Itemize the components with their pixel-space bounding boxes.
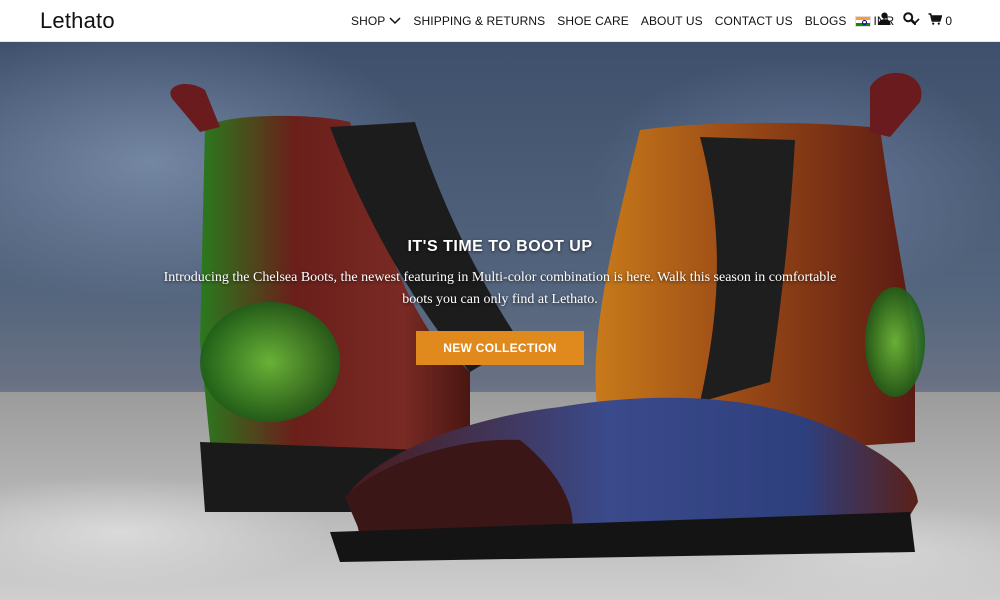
- nav-item-label: BLOGS: [804, 14, 847, 28]
- nav-item-label: ABOUT US: [640, 14, 703, 28]
- hero-title: IT'S TIME TO BOOT UP: [407, 238, 593, 255]
- nav-item-label: SHOE CARE: [557, 14, 629, 28]
- user-icon: [878, 12, 891, 30]
- nav-item-label: CONTACT US: [714, 14, 793, 28]
- account-button[interactable]: [878, 12, 891, 30]
- hero-description: Introducing the Chelsea Boots, the newes…: [163, 270, 837, 307]
- nav-item-label: SHOP: [351, 14, 386, 28]
- nav-item-shipping-returns[interactable]: SHIPPING & RETURNS: [413, 14, 545, 28]
- nav-item-shop[interactable]: SHOP: [351, 14, 401, 28]
- hero-content: IT'S TIME TO BOOT UP Introducing the Che…: [0, 238, 1000, 365]
- cart-button[interactable]: 0: [928, 12, 952, 30]
- cart-icon: [928, 12, 943, 30]
- india-flag-icon: [854, 15, 871, 27]
- site-header: Lethato SHOP SHIPPING & RETURNS SHOE CAR…: [0, 0, 1000, 42]
- search-button[interactable]: [903, 12, 917, 30]
- header-actions: 0: [878, 0, 952, 42]
- nav-item-shoe-care[interactable]: SHOE CARE: [557, 14, 629, 28]
- nav-item-blogs[interactable]: BLOGS: [805, 14, 847, 28]
- hero-banner: IT'S TIME TO BOOT UP Introducing the Che…: [0, 42, 1000, 600]
- cart-count: 0: [945, 14, 952, 28]
- nav-item-contact-us[interactable]: CONTACT US: [715, 14, 793, 28]
- search-icon: [903, 12, 917, 30]
- brand-logo[interactable]: Lethato: [40, 8, 115, 34]
- nav-item-about-us[interactable]: ABOUT US: [641, 14, 703, 28]
- main-nav: SHOP SHIPPING & RETURNS SHOE CARE ABOUT …: [351, 0, 936, 42]
- new-collection-button[interactable]: NEW COLLECTION: [416, 331, 584, 365]
- nav-item-label: SHIPPING & RETURNS: [413, 14, 546, 28]
- chevron-down-icon: [389, 14, 401, 28]
